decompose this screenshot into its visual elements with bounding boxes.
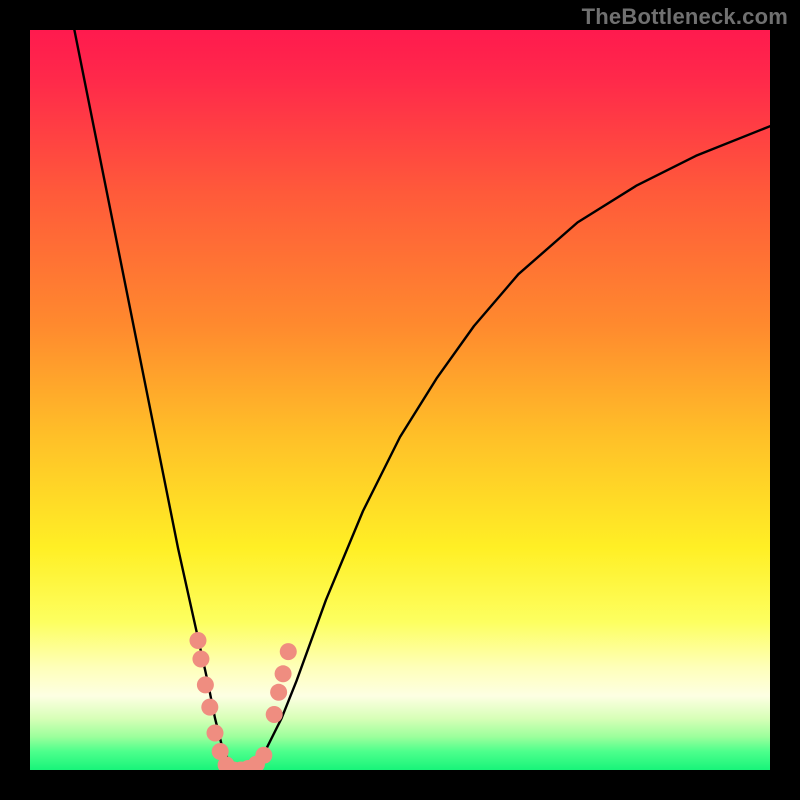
marker-dot [192,651,209,668]
marker-dot [197,676,214,693]
bottleneck-chart-svg [30,30,770,770]
plot-area [30,30,770,770]
watermark-text: TheBottleneck.com [582,4,788,30]
marker-dot [189,632,206,649]
gradient-background [30,30,770,770]
marker-dot [275,665,292,682]
chart-frame: TheBottleneck.com [0,0,800,800]
marker-dot [270,684,287,701]
marker-dot [207,725,224,742]
marker-dot [201,699,218,716]
marker-dot [266,706,283,723]
marker-dot [280,643,297,660]
marker-dot [255,747,272,764]
